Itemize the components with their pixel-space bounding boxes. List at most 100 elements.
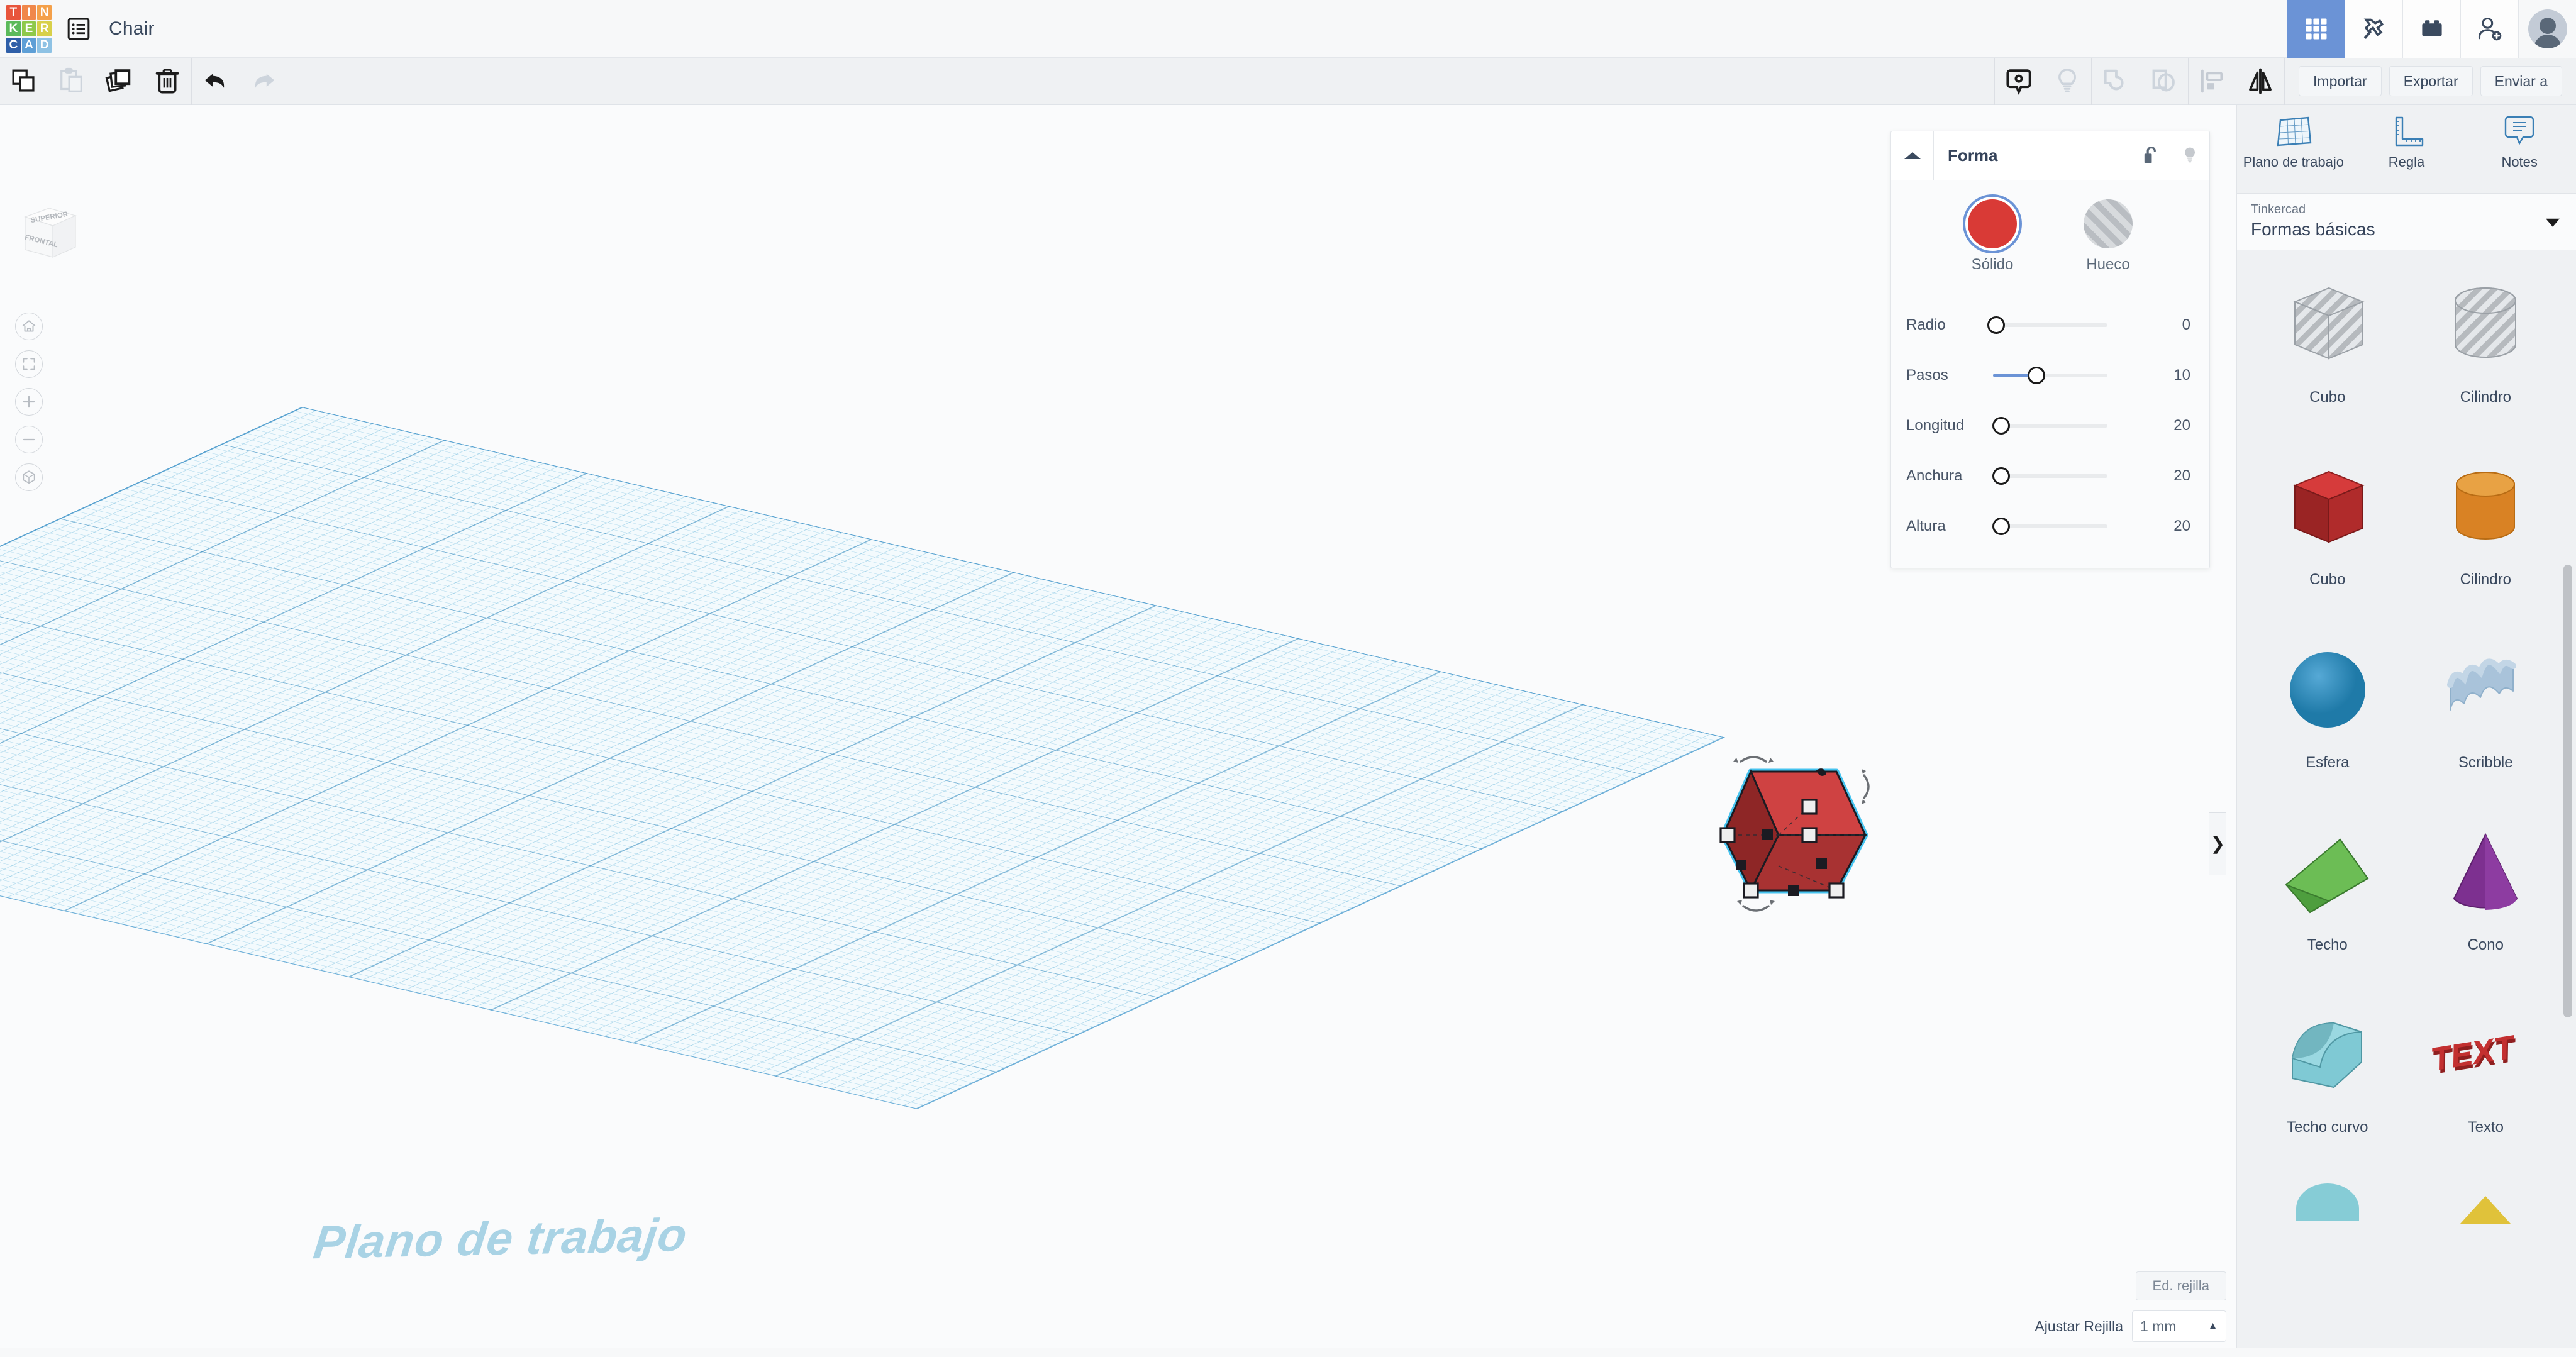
sidebar-item-workplane[interactable]: Plano de trabajo bbox=[2237, 114, 2350, 193]
shape-item-cono[interactable]: Cono bbox=[2407, 813, 2565, 983]
shape-item-techo[interactable]: Techo bbox=[2248, 813, 2407, 983]
edit-grid-button[interactable]: Ed. rejilla bbox=[2135, 1271, 2226, 1300]
undo-button[interactable] bbox=[192, 58, 240, 105]
align-icon bbox=[2201, 69, 2223, 93]
hole-swatch bbox=[2084, 199, 2133, 248]
chevron-up-icon: ▲ bbox=[2207, 1320, 2218, 1332]
cylinder-hole-icon bbox=[2429, 265, 2542, 389]
slider-value: 10 bbox=[2174, 367, 2190, 384]
shape-light-button[interactable] bbox=[2170, 131, 2209, 180]
slider-track[interactable] bbox=[1993, 367, 2107, 384]
slider-row-pasos: Pasos 10 bbox=[1906, 350, 2194, 401]
logo-tile-r: R bbox=[37, 21, 52, 36]
fit-to-view-icon bbox=[23, 358, 35, 370]
snap-grid-select[interactable]: 1 mm ▲ bbox=[2132, 1310, 2226, 1342]
redo-icon bbox=[255, 74, 275, 88]
blocks-button[interactable] bbox=[2402, 0, 2460, 58]
solid-option[interactable]: Sólido bbox=[1968, 199, 2017, 274]
mirror-button[interactable] bbox=[2236, 58, 2284, 105]
logo-tile-d: D bbox=[37, 37, 52, 53]
send-to-button[interactable]: Enviar a bbox=[2480, 66, 2562, 96]
paste-button[interactable] bbox=[48, 58, 96, 105]
shape-item-cilindro-solid[interactable]: Cilindro bbox=[2407, 448, 2565, 618]
hole-option[interactable]: Hueco bbox=[2084, 199, 2133, 274]
import-button[interactable]: Importar bbox=[2299, 66, 2382, 96]
zoom-in-button[interactable] bbox=[15, 388, 43, 416]
slider-knob[interactable] bbox=[2028, 367, 2046, 384]
workplane-grid[interactable] bbox=[0, 407, 1726, 1109]
slider-track[interactable] bbox=[1992, 417, 2107, 435]
shape-inspector-title: Forma bbox=[1948, 146, 1998, 165]
view-cube[interactable]: SUPERIOR FRONTAL bbox=[13, 199, 82, 272]
shape-item-partial-right[interactable] bbox=[2407, 1178, 2565, 1348]
slider-knob[interactable] bbox=[1992, 417, 2010, 435]
shape-library-select[interactable]: Tinkercad Formas básicas bbox=[2237, 193, 2576, 250]
chevron-down-icon bbox=[2546, 218, 2560, 227]
copy-button[interactable] bbox=[0, 58, 48, 105]
align-button[interactable] bbox=[2189, 58, 2236, 105]
tinkercad-logo[interactable]: TIN KER CAD bbox=[0, 0, 58, 58]
document-list-button[interactable] bbox=[58, 0, 99, 58]
note-button[interactable] bbox=[1995, 58, 2043, 105]
shape-item-partial-left[interactable] bbox=[2248, 1178, 2407, 1348]
slider-value: 20 bbox=[2174, 467, 2190, 484]
minecraft-button[interactable] bbox=[2345, 0, 2402, 58]
apps-grid-icon bbox=[2306, 18, 2326, 39]
export-button[interactable]: Exportar bbox=[2389, 66, 2473, 96]
rotate-arrow bbox=[1733, 758, 1738, 763]
invite-user-button[interactable] bbox=[2460, 0, 2518, 58]
note-bubble-icon bbox=[2504, 116, 2534, 145]
slider-knob[interactable] bbox=[1987, 316, 2006, 334]
ungroup-button[interactable] bbox=[2140, 58, 2188, 105]
shape-item-cubo-hole[interactable]: Cubo bbox=[2248, 265, 2407, 435]
snap-grid-label: Ajustar Rejilla bbox=[2035, 1317, 2123, 1334]
slider-knob[interactable] bbox=[1992, 518, 2010, 535]
roof-icon bbox=[2271, 813, 2384, 936]
shape-item-esfera[interactable]: Esfera bbox=[2248, 631, 2407, 800]
shape-item-cilindro-hole[interactable]: Cilindro bbox=[2407, 265, 2565, 435]
slider-knob[interactable] bbox=[1992, 467, 2010, 485]
shape-item-techo-curvo[interactable]: Techo curvo bbox=[2248, 995, 2407, 1165]
shape-item-scribble[interactable]: Scribble bbox=[2407, 631, 2565, 800]
scribble-icon bbox=[2429, 631, 2542, 754]
fit-to-view-button[interactable] bbox=[15, 350, 43, 378]
delete-button[interactable] bbox=[143, 58, 191, 105]
sidebar-item-label: Regla bbox=[2388, 154, 2425, 170]
redo-button[interactable] bbox=[240, 58, 287, 105]
undo-icon bbox=[204, 74, 225, 88]
solid-swatch bbox=[1968, 199, 2017, 248]
group-button[interactable] bbox=[2092, 58, 2140, 105]
sidebar-scrollbar-thumb[interactable] bbox=[2563, 565, 2572, 1017]
sidebar-item-label: Notes bbox=[2501, 154, 2538, 170]
sidebar-item-ruler[interactable]: Regla bbox=[2350, 114, 2463, 193]
delete-icon bbox=[155, 69, 179, 94]
panel-collapse-tab[interactable]: ❯ bbox=[2209, 812, 2226, 875]
orthographic-toggle-icon bbox=[23, 470, 35, 484]
zoom-out-button[interactable] bbox=[15, 426, 43, 453]
rotate-handle-top bbox=[1740, 756, 1767, 763]
home-view-button[interactable] bbox=[15, 313, 43, 340]
orthographic-toggle-button[interactable] bbox=[15, 463, 43, 491]
rotate-handle-bottom bbox=[1742, 905, 1770, 912]
slider-track[interactable] bbox=[1992, 518, 2107, 535]
light-button[interactable] bbox=[2043, 58, 2091, 105]
partial-shape-icon bbox=[2271, 1178, 2384, 1302]
shape-item-label: Cilindro bbox=[2460, 571, 2511, 589]
shape-item-texto[interactable]: TEXT TEXT Texto bbox=[2407, 995, 2565, 1165]
cylinder-solid-icon bbox=[2429, 448, 2542, 571]
shape-library-supertitle: Tinkercad bbox=[2251, 202, 2306, 216]
lock-toggle-button[interactable] bbox=[2131, 131, 2170, 180]
slider-track[interactable] bbox=[1992, 467, 2107, 485]
shape-item-cubo-solid[interactable]: Cubo bbox=[2248, 448, 2407, 618]
panel-collapse-button[interactable] bbox=[1891, 131, 1934, 180]
slider-track[interactable] bbox=[1987, 316, 2107, 334]
shape-item-label: Texto bbox=[2467, 1119, 2504, 1136]
sidebar-item-notes[interactable]: Notes bbox=[2463, 114, 2576, 193]
user-avatar-button[interactable] bbox=[2518, 0, 2576, 58]
zoom-in-icon bbox=[23, 396, 35, 408]
duplicate-button[interactable] bbox=[96, 58, 143, 105]
apps-grid-button[interactable] bbox=[2287, 0, 2345, 58]
selected-shape-cube[interactable] bbox=[1711, 746, 1880, 916]
logo-tile-n: N bbox=[37, 4, 52, 20]
divider bbox=[2284, 57, 2285, 105]
